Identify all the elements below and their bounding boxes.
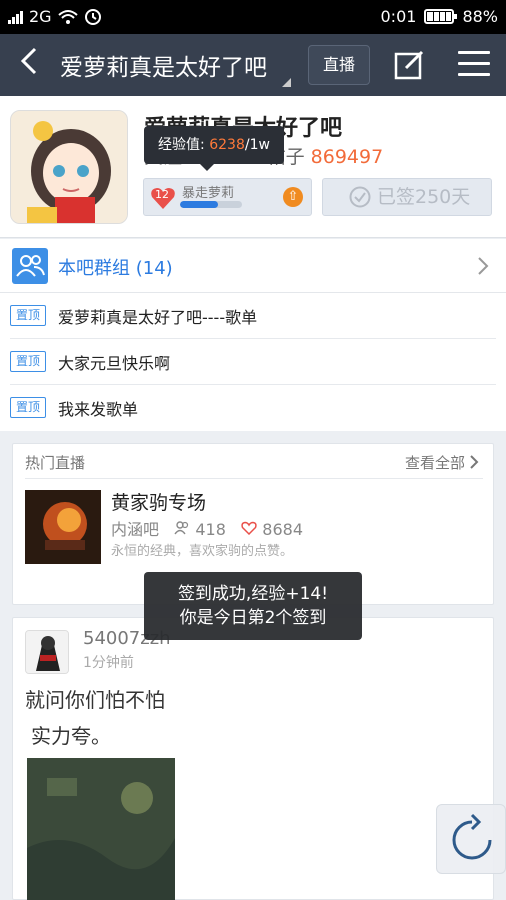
forum-avatar[interactable] [10, 110, 128, 224]
viewers-icon [174, 521, 189, 535]
battery-icon [424, 9, 458, 24]
signed-label: 已签250天 [377, 186, 471, 208]
live-title[interactable]: 黄家驹专场 [111, 488, 206, 515]
chevron-right-icon [470, 455, 479, 469]
level-box[interactable]: 12 暴走萝莉 ⇧ [143, 178, 312, 216]
user-avatar[interactable] [25, 630, 69, 674]
divider [25, 478, 483, 479]
live-description: 永恒的经典，喜欢家驹的点赞。 [111, 544, 294, 559]
posts-count: 869497 [310, 146, 384, 168]
check-circle-icon [349, 186, 371, 208]
forum-header: 爱萝莉真是太好了吧 关注 13360 帖子 869497 12 暴走萝莉 ⇧ 已… [0, 96, 506, 238]
level-progress-fill [180, 201, 219, 208]
exp-label: 经验值: [158, 137, 205, 153]
pinned-post[interactable]: 置顶 我来发歌单 [10, 385, 496, 431]
toast-line-2: 你是今日第2个签到 [179, 608, 327, 628]
level-progress-bar [180, 201, 242, 208]
status-bar: 2G 0:01 88% [0, 0, 506, 34]
groups-row[interactable]: 本吧群组 (14) [0, 239, 506, 293]
refresh-button[interactable] [436, 804, 506, 874]
chevron-right-icon [478, 257, 489, 275]
pinned-post[interactable]: 置顶 爱萝莉真是太好了吧----歌单 [10, 293, 496, 339]
dropdown-corner-icon [282, 78, 291, 87]
viewers-count: 418 [195, 520, 226, 539]
pinned-title: 我来发歌单 [58, 400, 139, 419]
pinned-tag: 置顶 [10, 397, 46, 418]
live-meta: 内涵吧 418 8684 [111, 516, 303, 540]
groups-section: 本吧群组 (14) 置顶 爱萝莉真是太好了吧----歌单 置顶 大家元旦快乐啊 … [0, 239, 506, 431]
hot-live-heading: 热门直播 [25, 454, 86, 472]
clock: 0:01 [380, 7, 417, 26]
signed-button[interactable]: 已签250天 [322, 178, 492, 216]
likes-count: 8684 [262, 520, 303, 539]
network-type: 2G [29, 7, 52, 26]
see-all-link[interactable]: 查看全部 [405, 452, 465, 473]
level-up-icon: ⇧ [283, 187, 303, 207]
back-arrow-icon [20, 47, 37, 75]
post-time: 1分钟前 [83, 655, 134, 671]
refresh-icon [452, 813, 492, 860]
wifi-icon [57, 9, 78, 24]
exp-tooltip: 经验值: 6238/1w [144, 126, 284, 171]
pinned-tag: 置顶 [10, 351, 46, 372]
back-button[interactable] [14, 46, 44, 84]
edit-post-icon[interactable] [394, 50, 426, 80]
groups-title: 本吧群组 (14) [58, 254, 173, 280]
live-source: 内涵吧 [111, 520, 160, 539]
signal-icon [8, 10, 23, 24]
menu-icon[interactable] [458, 51, 490, 79]
post-image[interactable] [27, 758, 175, 900]
thread-card[interactable]: 54007zzh 1分钟前 就问你们怕不怕 实力夸。 [12, 617, 494, 900]
pinned-title: 爱萝莉真是太好了吧----歌单 [58, 308, 258, 327]
level-name: 暴走萝莉 [182, 186, 235, 201]
sign-in-toast: 签到成功,经验+14! 你是今日第2个签到 [144, 572, 362, 640]
exp-value: 6238 [209, 137, 245, 153]
exp-suffix: /1w [244, 137, 270, 153]
groups-label: 本吧群组 [58, 258, 130, 279]
post-title: 就问你们怕不怕 [25, 688, 165, 712]
battery-level: 88% [462, 7, 498, 26]
pinned-tag: 置顶 [10, 305, 46, 326]
top-navbar: 爱萝莉真是太好了吧 直播 [0, 34, 506, 96]
live-thumbnail[interactable] [25, 490, 101, 564]
toast-line-1: 签到成功,经验+14! [177, 584, 329, 604]
group-people-icon [12, 248, 48, 284]
heart-icon [241, 521, 257, 536]
post-body: 实力夸。 [31, 724, 111, 748]
pinned-title: 大家元旦快乐啊 [58, 354, 171, 373]
pinned-post[interactable]: 置顶 大家元旦快乐啊 [10, 339, 496, 385]
live-button[interactable]: 直播 [308, 45, 370, 85]
nav-title[interactable]: 爱萝莉真是太好了吧 [60, 48, 267, 82]
alarm-icon [84, 8, 101, 25]
level-number: 12 [155, 188, 169, 201]
groups-count: (14) [135, 258, 173, 279]
